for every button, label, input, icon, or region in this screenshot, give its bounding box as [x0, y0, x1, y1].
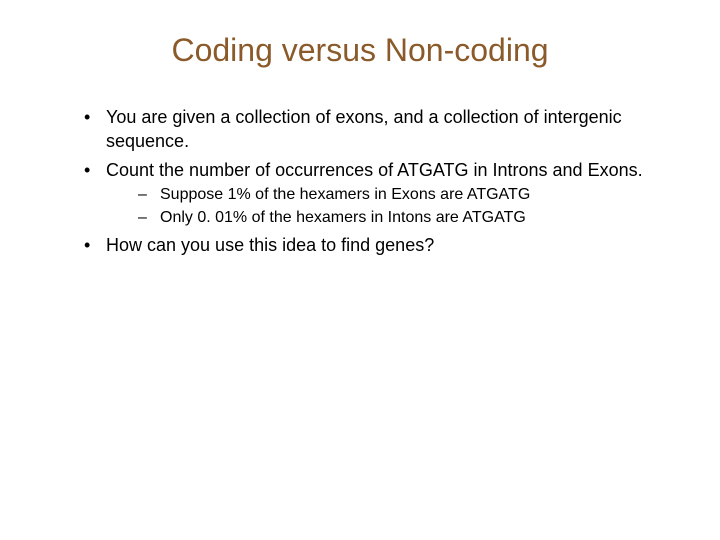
sub-bullet-text: Only 0. 01% of the hexamers in Intons ar…: [160, 209, 526, 226]
bullet-item: How can you use this idea to find genes?: [84, 233, 672, 257]
sub-bullet-text: Suppose 1% of the hexamers in Exons are …: [160, 186, 530, 203]
bullet-item: Count the number of occurrences of ATGAT…: [84, 158, 672, 229]
bullet-text: Count the number of occurrences of ATGAT…: [106, 160, 643, 180]
sub-bullet-list: Suppose 1% of the hexamers in Exons are …: [138, 184, 672, 229]
bullet-text: You are given a collection of exons, and…: [106, 107, 622, 151]
slide-title: Coding versus Non-coding: [48, 32, 672, 69]
bullet-text: How can you use this idea to find genes?: [106, 235, 434, 255]
bullet-item: You are given a collection of exons, and…: [84, 105, 672, 154]
bullet-list: You are given a collection of exons, and…: [84, 105, 672, 257]
sub-bullet-item: Suppose 1% of the hexamers in Exons are …: [138, 184, 672, 206]
sub-bullet-item: Only 0. 01% of the hexamers in Intons ar…: [138, 207, 672, 229]
slide: Coding versus Non-coding You are given a…: [0, 0, 720, 540]
